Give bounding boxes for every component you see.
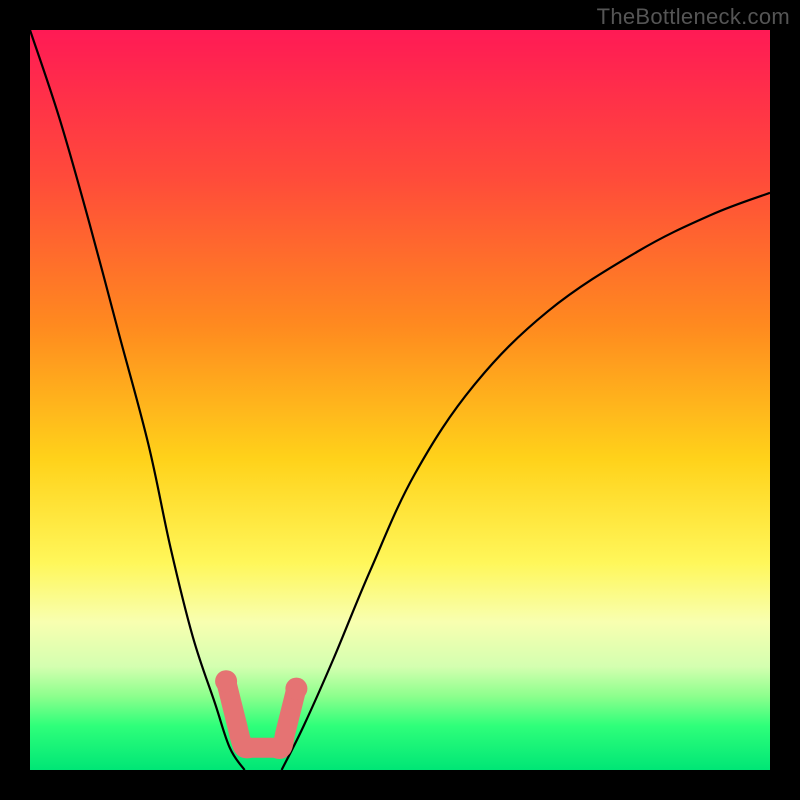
chart-frame: TheBottleneck.com <box>0 0 800 800</box>
gradient-background <box>30 30 770 770</box>
plot-area <box>30 30 770 770</box>
watermark-text: TheBottleneck.com <box>597 4 790 30</box>
chart-svg <box>30 30 770 770</box>
